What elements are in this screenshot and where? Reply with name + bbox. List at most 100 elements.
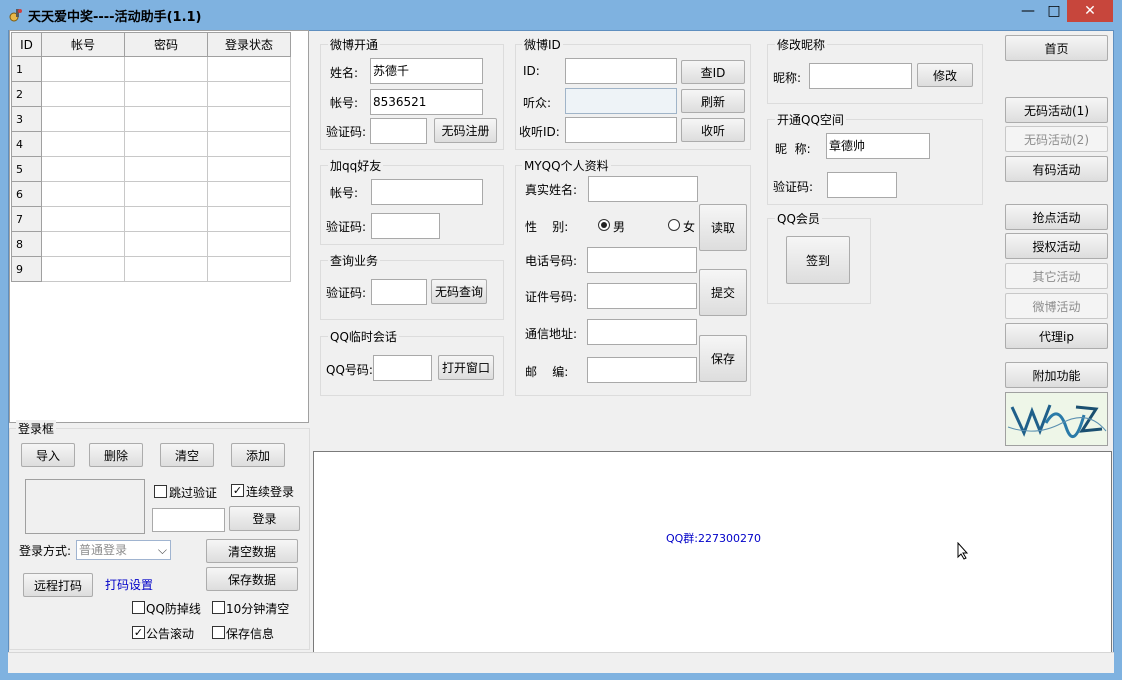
sign-in-button[interactable]: 签到: [786, 236, 850, 284]
table-row[interactable]: 2: [11, 81, 291, 107]
table-cell[interactable]: [207, 181, 291, 207]
listen-button[interactable]: 收听: [681, 118, 745, 142]
save-info-checkbox[interactable]: [212, 626, 225, 639]
add-button[interactable]: 添加: [231, 443, 285, 467]
no-code-activity-1-button[interactable]: 无码活动(1): [1005, 97, 1108, 123]
no-code-query-button[interactable]: 无码查询: [431, 279, 487, 304]
postcode-input[interactable]: [587, 357, 697, 383]
weibo-account-input[interactable]: 8536521: [370, 89, 483, 115]
close-button[interactable]: ✕: [1067, 0, 1113, 22]
table-cell[interactable]: [124, 131, 208, 157]
table-cell[interactable]: [41, 131, 125, 157]
save-data-button[interactable]: 保存数据: [206, 567, 298, 591]
table-row[interactable]: 3: [11, 106, 291, 132]
clear-10min-checkbox[interactable]: [212, 601, 225, 614]
add-qq-account-input[interactable]: [371, 179, 483, 205]
table-cell[interactable]: [207, 81, 291, 107]
code-activity-button[interactable]: 有码活动: [1005, 156, 1108, 182]
maximize-button[interactable]: □: [1041, 0, 1067, 22]
weibo-activity-button[interactable]: 微博活动: [1005, 293, 1108, 319]
table-cell[interactable]: [124, 231, 208, 257]
real-name-input[interactable]: [588, 176, 698, 202]
qq-number-input[interactable]: [373, 355, 432, 381]
phone-input[interactable]: [587, 247, 697, 273]
table-cell[interactable]: [124, 181, 208, 207]
check-id-button[interactable]: 查ID: [681, 60, 745, 84]
table-cell[interactable]: [124, 106, 208, 132]
table-cell[interactable]: [41, 256, 125, 282]
table-cell[interactable]: [207, 231, 291, 257]
skip-verify-checkbox[interactable]: [154, 485, 167, 498]
table-cell[interactable]: [124, 256, 208, 282]
minimize-button[interactable]: —: [1015, 0, 1041, 22]
table-row[interactable]: 6: [11, 181, 291, 207]
continuous-login-checkbox[interactable]: ✓: [231, 484, 244, 497]
read-button[interactable]: 读取: [699, 204, 747, 251]
submit-button[interactable]: 提交: [699, 269, 747, 316]
weibo-captcha-input[interactable]: [370, 118, 427, 144]
table-cell[interactable]: [207, 206, 291, 232]
table-row[interactable]: 7: [11, 206, 291, 232]
nickname-input[interactable]: [809, 63, 912, 89]
table-cell[interactable]: [41, 206, 125, 232]
import-button[interactable]: 导入: [21, 443, 75, 467]
no-code-register-button[interactable]: 无码注册: [434, 118, 497, 143]
table-row[interactable]: 8: [11, 231, 291, 257]
add-qq-captcha-input[interactable]: [371, 213, 440, 239]
listen-id-input[interactable]: [565, 117, 677, 143]
delete-button[interactable]: 删除: [89, 443, 143, 467]
qzone-nickname-input[interactable]: 章德帅: [826, 133, 930, 159]
female-radio[interactable]: [668, 219, 680, 231]
home-button[interactable]: 首页: [1005, 35, 1108, 61]
table-row[interactable]: 5: [11, 156, 291, 182]
login-button[interactable]: 登录: [229, 506, 300, 531]
column-header-status[interactable]: 登录状态: [207, 32, 291, 57]
other-activity-button[interactable]: 其它活动: [1005, 263, 1108, 289]
captcha-input[interactable]: [152, 508, 225, 532]
no-code-activity-2-button[interactable]: 无码活动(2): [1005, 126, 1108, 152]
male-radio[interactable]: [598, 219, 610, 231]
table-cell[interactable]: [41, 56, 125, 82]
query-captcha-input[interactable]: [371, 279, 427, 305]
table-cell[interactable]: [207, 156, 291, 182]
remote-captcha-button[interactable]: 远程打码: [23, 573, 93, 597]
notice-scroll-checkbox[interactable]: ✓: [132, 626, 145, 639]
column-header-id[interactable]: ID: [11, 32, 42, 57]
weibo-name-input[interactable]: 苏德千: [370, 58, 483, 84]
auth-activity-button[interactable]: 授权活动: [1005, 233, 1108, 259]
qq-anti-drop-checkbox[interactable]: [132, 601, 145, 614]
table-row[interactable]: 9: [11, 256, 291, 282]
column-header-account[interactable]: 帐号: [41, 32, 125, 57]
login-mode-select[interactable]: 普通登录 ⌵: [76, 540, 171, 560]
modify-nickname-button[interactable]: 修改: [917, 63, 973, 87]
qzone-captcha-input[interactable]: [827, 172, 897, 198]
id-number-input[interactable]: [587, 283, 697, 309]
extra-features-button[interactable]: 附加功能: [1005, 362, 1108, 388]
table-cell[interactable]: [124, 56, 208, 82]
table-cell[interactable]: [41, 156, 125, 182]
open-window-button[interactable]: 打开窗口: [438, 355, 494, 380]
table-cell[interactable]: [207, 256, 291, 282]
captcha-settings-link[interactable]: 打码设置: [105, 576, 153, 593]
table-cell[interactable]: [124, 156, 208, 182]
table-cell[interactable]: [207, 56, 291, 82]
clear-button[interactable]: 清空: [160, 443, 214, 467]
table-cell[interactable]: [207, 131, 291, 157]
save-profile-button[interactable]: 保存: [699, 335, 747, 382]
address-input[interactable]: [587, 319, 697, 345]
table-cell[interactable]: [124, 81, 208, 107]
title-bar[interactable]: 天天爱中奖----活动助手(1.1) — □ ✕: [0, 0, 1122, 30]
table-cell[interactable]: [41, 81, 125, 107]
account-table[interactable]: ID 帐号 密码 登录状态 1 2 3 4 5 6 7 8 9: [9, 30, 309, 423]
clear-data-button[interactable]: 清空数据: [206, 539, 298, 563]
table-cell[interactable]: [41, 106, 125, 132]
table-row[interactable]: 4: [11, 131, 291, 157]
refresh-button[interactable]: 刷新: [681, 89, 745, 113]
table-cell[interactable]: [207, 106, 291, 132]
grab-points-button[interactable]: 抢点活动: [1005, 204, 1108, 230]
weibo-id-input[interactable]: [565, 58, 677, 84]
table-cell[interactable]: [124, 206, 208, 232]
proxy-ip-button[interactable]: 代理ip: [1005, 323, 1108, 349]
table-cell[interactable]: [41, 231, 125, 257]
table-row[interactable]: 1: [11, 56, 291, 82]
